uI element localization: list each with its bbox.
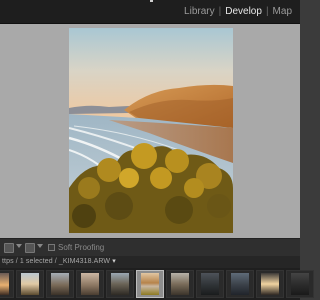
filmstrip-thumbnail[interactable] [226, 270, 254, 298]
filmstrip-source-path[interactable]: ttps / 1 selected / _KIM4318.ARW ▾ [2, 257, 116, 265]
module-separator: | [265, 6, 269, 17]
thumbnail-image [141, 273, 159, 295]
chevron-down-icon[interactable]: ▾ [112, 258, 116, 265]
thumbnail-image [21, 273, 39, 295]
filmstrip-thumbnail[interactable] [76, 270, 104, 298]
filmstrip-selected-file: _KIM4318.ARW [58, 258, 111, 265]
loupe-viewer[interactable] [0, 24, 300, 238]
filmstrip-thumbnail[interactable] [196, 270, 224, 298]
before-after-icon[interactable] [25, 243, 35, 253]
photo-image [69, 28, 233, 233]
thumbnail-image [171, 273, 189, 295]
module-develop[interactable]: Develop [223, 6, 264, 17]
thumbnail-image [111, 273, 129, 295]
thumbnail-image [261, 273, 279, 295]
filmstrip[interactable] [0, 268, 314, 300]
module-map[interactable]: Map [271, 6, 294, 17]
thumbnail-image [231, 273, 249, 295]
module-picker-bar: Library | Develop | Map [0, 0, 300, 24]
top-indicator [150, 0, 153, 2]
module-separator: | [218, 6, 222, 17]
before-after-chevron-icon[interactable] [37, 244, 43, 248]
filmstrip-thumbnail[interactable] [166, 270, 194, 298]
viewer-toolbar: Soft Proofing [0, 238, 300, 256]
filmstrip-thumbnail[interactable] [286, 270, 314, 298]
thumbnail-image [51, 273, 69, 295]
module-library[interactable]: Library [182, 6, 217, 17]
loupe-view-icon[interactable] [4, 243, 14, 253]
filmstrip-header: ttps / 1 selected / _KIM4318.ARW ▾ [0, 256, 300, 268]
thumbnail-image [0, 273, 9, 295]
filmstrip-path-text: ttps / 1 selected / [2, 258, 59, 265]
filmstrip-thumbnail-selected[interactable] [136, 270, 164, 298]
thumbnail-image [201, 273, 219, 295]
filmstrip-thumbnail[interactable] [46, 270, 74, 298]
view-mode-chevron-icon[interactable] [16, 244, 22, 248]
filmstrip-thumbnail[interactable] [16, 270, 44, 298]
filmstrip-thumbnail[interactable] [0, 270, 14, 298]
soft-proofing-label: Soft Proofing [58, 243, 105, 252]
main-photo[interactable] [69, 28, 233, 233]
soft-proofing-checkbox[interactable] [48, 244, 55, 251]
filmstrip-thumbnail[interactable] [106, 270, 134, 298]
module-list: Library | Develop | Map [182, 6, 294, 17]
thumbnail-image [291, 273, 309, 295]
filmstrip-thumbnail[interactable] [256, 270, 284, 298]
thumbnail-image [81, 273, 99, 295]
